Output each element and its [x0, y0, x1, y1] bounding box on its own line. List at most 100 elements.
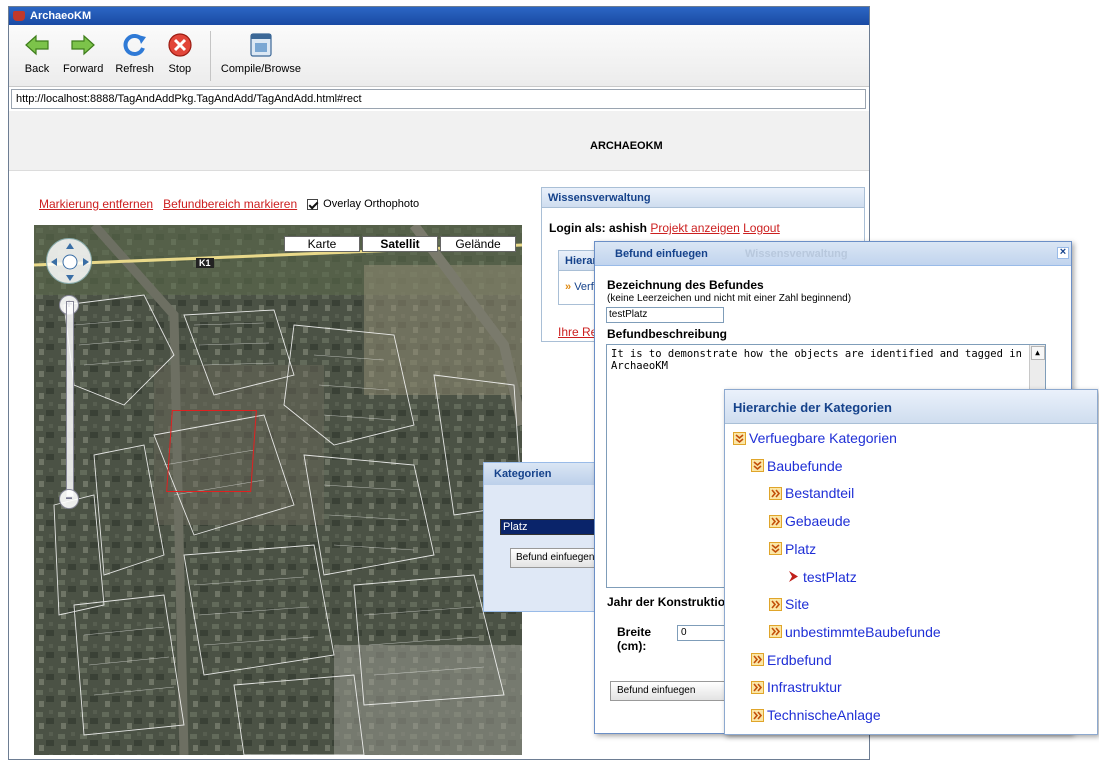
tree-item-label: testPlatz [803, 568, 857, 585]
login-row: Login als: ashish Projekt anzeigen Logou… [549, 221, 780, 235]
tree-item-label: Erdbefund [767, 651, 832, 668]
overlay-label: Overlay Orthophoto [323, 198, 420, 210]
add-finding-dialog-header: Befund einfuegen Wissensverwaltung × [595, 242, 1071, 266]
width-input[interactable]: 0 [677, 625, 729, 641]
collapsed-chevron-icon[interactable] [769, 514, 782, 528]
collapsed-chevron-icon: » [565, 281, 572, 293]
ihre-link[interactable]: Ihre Re [558, 325, 597, 339]
address-bar[interactable]: http://localhost:8888/TagAndAddPkg.TagAn… [11, 89, 866, 109]
width-label: Breite (cm): [617, 625, 651, 653]
collapsed-chevron-icon[interactable] [769, 625, 782, 639]
tree-item-verfuegbare kategorien[interactable]: Verfuegbare Kategorien [733, 430, 897, 446]
map-link-bar: Markierung entfernen Befundbereich marki… [39, 197, 419, 211]
tree-item-label: Platz [785, 540, 817, 557]
toolbar-separator [209, 31, 211, 81]
tree-item-baubefunde[interactable]: Baubefunde [751, 458, 843, 474]
refresh-button[interactable]: Refresh [115, 31, 154, 75]
stop-button[interactable]: Stop [166, 31, 194, 75]
back-label: Back [24, 63, 50, 75]
tree-item-unbestimmtebaubefunde[interactable]: unbestimmteBaubefunde [769, 624, 941, 640]
tree-item-infrastruktur[interactable]: Infrastruktur [751, 679, 842, 695]
tree-item-label: unbestimmteBaubefunde [785, 623, 941, 640]
tree-item-platz[interactable]: Platz [769, 541, 816, 557]
tree-item-bestandteil[interactable]: Bestandteil [769, 485, 854, 501]
leaf-arrow-icon[interactable] [787, 570, 800, 583]
finding-description-text: It is to demonstrate how the objects are… [611, 348, 1022, 372]
scroll-up-icon[interactable]: ▲ [1030, 346, 1045, 360]
tree-item-label: Infrastruktur [767, 679, 842, 696]
title-bar: ArchaeoKM [9, 7, 869, 25]
finding-name-label: Bezeichnung des Befundes [607, 278, 764, 292]
overlay-checkbox[interactable] [307, 198, 319, 210]
compile-browse-button[interactable]: Compile/Browse [221, 31, 301, 75]
stop-label: Stop [168, 63, 192, 75]
knowledge-panel-header: Wissensverwaltung [542, 188, 864, 208]
app-icon [13, 11, 25, 21]
finding-name-hint: (keine Leerzeichen und nicht mit einer Z… [607, 293, 852, 304]
expanded-chevron-icon[interactable] [769, 542, 782, 556]
ghost-panel-title: Wissensverwaltung [745, 248, 848, 260]
map-type-gelaende[interactable]: Gelände [440, 236, 516, 252]
refresh-icon [123, 34, 146, 56]
finding-name-input[interactable]: testPlatz [606, 307, 724, 323]
toolbar: Back Forward Refresh Stop Compile/Browse [9, 25, 869, 87]
road-label: K1 [196, 258, 214, 268]
back-button[interactable]: Back [23, 31, 51, 75]
tree-item-erdbefund[interactable]: Erdbefund [751, 652, 832, 668]
map-view[interactable]: + − Karte Satellit Gelände K1 [34, 225, 522, 755]
page-title: ARCHAEOKM [590, 140, 663, 152]
tree-item-testplatz[interactable]: testPlatz [787, 569, 857, 585]
marked-area-rectangle[interactable] [166, 410, 257, 492]
satellite-imagery [34, 225, 522, 755]
login-user: Login als: ashish [549, 221, 648, 235]
categories-dialog-header: Kategorien [484, 463, 612, 485]
forward-label: Forward [63, 63, 104, 75]
window-title: ArchaeoKM [30, 10, 92, 22]
map-pan-control[interactable] [46, 238, 92, 284]
finding-description-label: Befundbeschreibung [607, 327, 728, 341]
tree-item-label: Baubefunde [767, 457, 843, 474]
collapsed-chevron-icon[interactable] [751, 708, 764, 722]
back-arrow-icon [25, 34, 49, 56]
forward-arrow-icon [71, 34, 96, 56]
expanded-chevron-icon[interactable] [733, 431, 746, 445]
close-icon[interactable]: × [1057, 247, 1069, 259]
compile-browse-icon [250, 33, 272, 57]
forward-button[interactable]: Forward [63, 31, 103, 75]
width-label-line1: Breite [617, 625, 652, 639]
map-type-satellit[interactable]: Satellit [362, 236, 438, 252]
hierarchy-mini-item-label: Verf [574, 281, 594, 293]
add-finding-dialog-title: Befund einfuegen [615, 248, 708, 260]
remove-marking-link[interactable]: Markierung entfernen [39, 197, 153, 211]
width-label-line2: (cm): [617, 639, 647, 653]
category-hierarchy-panel: Hierarchie der Kategorien Verfuegbare Ka… [724, 389, 1098, 735]
collapsed-chevron-icon[interactable] [751, 653, 764, 667]
tree-item-gebaeude[interactable]: Gebaeude [769, 513, 850, 529]
tree-item-label: Site [785, 596, 810, 613]
map-type-karte[interactable]: Karte [284, 236, 360, 252]
tree-item-technischeanlage[interactable]: TechnischeAnlage [751, 707, 881, 723]
collapsed-chevron-icon[interactable] [769, 597, 782, 611]
collapsed-chevron-icon[interactable] [751, 680, 764, 694]
tree-item-site[interactable]: Site [769, 596, 809, 612]
page-header: ARCHAEOKM [9, 111, 869, 171]
collapsed-chevron-icon[interactable] [769, 486, 782, 500]
refresh-label: Refresh [115, 63, 154, 75]
zoom-out-button[interactable]: − [59, 489, 79, 509]
zoom-slider[interactable] [66, 301, 74, 497]
add-finding-submit-button[interactable]: Befund einfuegen [610, 681, 730, 701]
tree-item-label: Gebaeude [785, 513, 851, 530]
tree-item-label: Bestandteil [785, 485, 855, 502]
category-hierarchy-header: Hierarchie der Kategorien [725, 390, 1097, 424]
expanded-chevron-icon[interactable] [751, 459, 764, 473]
compile-browse-label: Compile/Browse [220, 63, 301, 75]
stop-icon [168, 33, 192, 57]
tree-item-label: Verfuegbare Kategorien [749, 430, 897, 446]
logout-link[interactable]: Logout [743, 221, 780, 235]
mark-area-link[interactable]: Befundbereich markieren [163, 197, 297, 211]
pan-arrows-icon [51, 243, 89, 281]
tree-item-label: TechnischeAnlage [767, 707, 881, 723]
hierarchy-mini-item[interactable]: » Verf [565, 281, 594, 293]
project-show-link[interactable]: Projekt anzeigen [650, 221, 739, 235]
construction-year-label: Jahr der Konstruktion [607, 595, 733, 609]
